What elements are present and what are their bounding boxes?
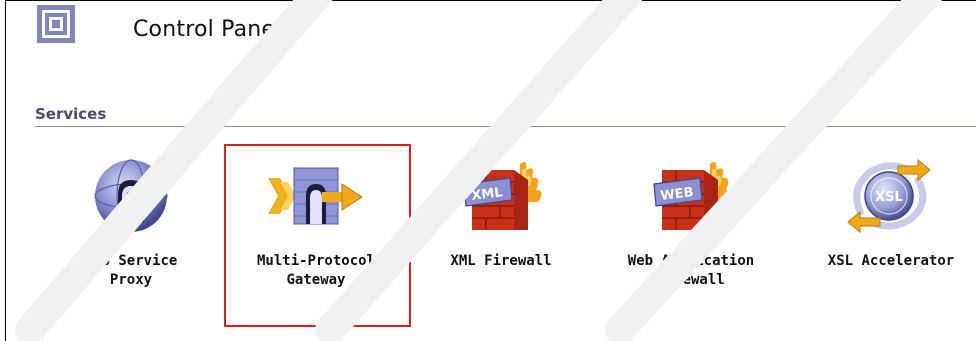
control-panel-frame: Control Panel Services Web Service Proxy (5, 0, 976, 341)
service-label-line2: Proxy (109, 272, 153, 288)
control-panel-icon (37, 5, 75, 43)
page-title: Control Panel (133, 17, 282, 42)
web-firewall-icon: WEB (653, 162, 732, 230)
service-label-line1: Multi-Protocol (256, 253, 375, 269)
service-web-service-proxy[interactable]: Web Service Proxy (61, 156, 201, 290)
service-label-line1: XML Firewall (450, 253, 552, 269)
section-heading-services: Services (35, 105, 107, 123)
service-xsl-accelerator[interactable]: XSL XSL Accelerator (806, 156, 976, 271)
globe-gateway-icon (94, 159, 168, 233)
section-divider (35, 126, 976, 127)
service-multi-protocol-gateway[interactable]: Multi-Protocol Gateway (241, 156, 391, 290)
xml-firewall-icon: XML (463, 162, 542, 230)
service-web-application-firewall[interactable]: WEB Web Application Firewall (606, 156, 776, 290)
service-xml-firewall[interactable]: XML XML Firewall (436, 156, 566, 271)
xsl-accelerator-icon: XSL (847, 158, 931, 234)
protocol-gateway-icon (268, 167, 363, 225)
service-label-line2: Gateway (286, 272, 346, 288)
service-label-line1: Web Application (627, 253, 755, 269)
service-label-line1: XSL Accelerator (827, 253, 955, 269)
xsl-badge-text: XSL (875, 190, 903, 205)
service-label-line1: Web Service (84, 253, 178, 269)
service-label-line2: Firewall (657, 272, 725, 288)
